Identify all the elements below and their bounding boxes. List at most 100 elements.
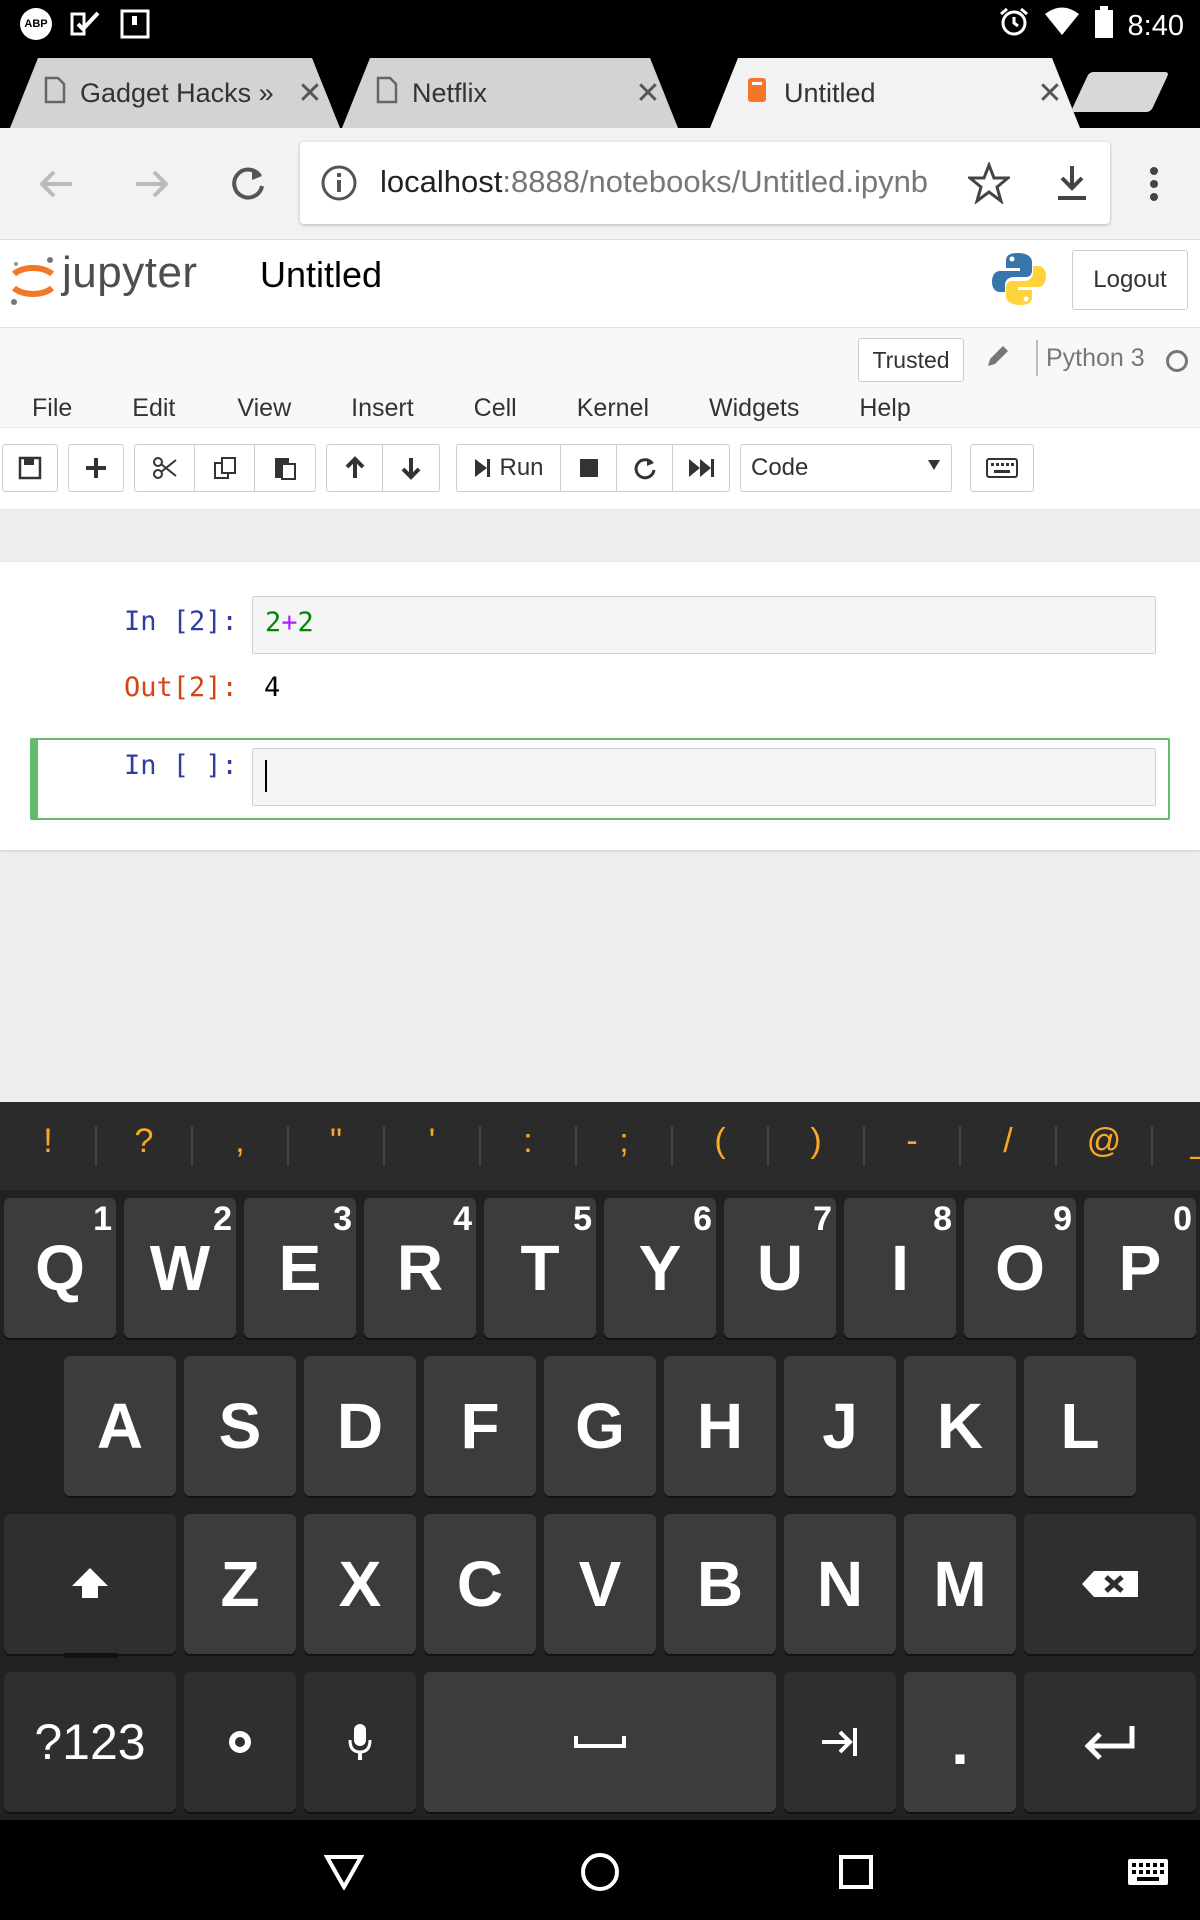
insert-cell-plus-icon[interactable] [69, 445, 123, 491]
suggestion-item[interactable]: " [288, 1122, 384, 1161]
code-cell-input-empty[interactable] [252, 748, 1156, 806]
key-r[interactable]: R4 [364, 1198, 476, 1338]
suggestion-item[interactable]: ) [768, 1122, 864, 1161]
backspace-key[interactable] [1024, 1514, 1196, 1654]
keyboard-switch-icon[interactable] [1120, 1844, 1176, 1900]
menu-cell[interactable]: Cell [474, 394, 517, 423]
menu-edit[interactable]: Edit [132, 394, 175, 423]
key-x[interactable]: X [304, 1514, 416, 1654]
settings-key[interactable] [184, 1672, 296, 1812]
logout-button[interactable]: Logout [1072, 250, 1188, 310]
pencil-icon[interactable] [984, 342, 1012, 375]
tab-key[interactable] [784, 1672, 896, 1812]
key-b[interactable]: B [664, 1514, 776, 1654]
restart-icon[interactable] [617, 445, 673, 491]
back-arrow-icon[interactable] [28, 156, 84, 212]
key-i[interactable]: I8 [844, 1198, 956, 1338]
forward-arrow-icon[interactable] [124, 156, 180, 212]
interrupt-stop-icon[interactable] [561, 445, 617, 491]
key-n[interactable]: N [784, 1514, 896, 1654]
recents-square-icon[interactable] [828, 1844, 884, 1900]
key-j[interactable]: J [784, 1356, 896, 1496]
suggestion-item[interactable]: _ [1152, 1122, 1200, 1161]
move-down-arrow-icon[interactable] [383, 445, 439, 491]
browser-tab-strip: Gadget Hacks » ✕ Netflix ✕ Untitled ✕ [0, 48, 1200, 128]
key-h[interactable]: H [664, 1356, 776, 1496]
key-k[interactable]: K [904, 1356, 1016, 1496]
tab-untitled[interactable]: Untitled ✕ [710, 58, 1080, 128]
close-icon[interactable]: ✕ [1030, 76, 1070, 111]
suggestion-item[interactable]: ! [0, 1122, 96, 1161]
space-key[interactable] [424, 1672, 776, 1812]
key-u[interactable]: U7 [724, 1198, 836, 1338]
key-a[interactable]: A [64, 1356, 176, 1496]
download-icon[interactable] [1044, 156, 1100, 212]
cut-scissors-icon[interactable] [135, 445, 195, 491]
fast-forward-icon[interactable] [673, 445, 729, 491]
page-icon [376, 76, 398, 111]
backspace-icon [1082, 1571, 1138, 1597]
url-text[interactable]: localhost:8888/notebooks/Untitled.ipynb [380, 164, 960, 200]
key-g[interactable]: G [544, 1356, 656, 1496]
key-t[interactable]: T5 [484, 1198, 596, 1338]
voice-input-key[interactable] [304, 1672, 416, 1812]
key-c[interactable]: C [424, 1514, 536, 1654]
suggestion-item[interactable]: ? [96, 1122, 192, 1161]
key-m[interactable]: M [904, 1514, 1016, 1654]
key-e[interactable]: E3 [244, 1198, 356, 1338]
close-icon[interactable]: ✕ [290, 76, 330, 111]
cell-type-select[interactable]: Code [740, 444, 952, 492]
suggestion-item[interactable]: ' [384, 1122, 480, 1161]
suggestion-divider [863, 1126, 865, 1166]
info-icon[interactable] [320, 164, 358, 207]
address-bar[interactable]: localhost:8888/notebooks/Untitled.ipynb [300, 142, 1110, 224]
command-palette-keyboard-icon[interactable] [970, 444, 1034, 492]
run-button[interactable]: Run [457, 445, 561, 491]
copy-icon[interactable] [195, 445, 255, 491]
notebook-title[interactable]: Untitled [260, 254, 382, 296]
close-icon[interactable]: ✕ [628, 76, 668, 111]
symbols-key[interactable]: ?123 [4, 1672, 176, 1812]
move-up-arrow-icon[interactable] [327, 445, 383, 491]
key-v[interactable]: V [544, 1514, 656, 1654]
code-cell-input[interactable]: 2+2 [252, 596, 1156, 654]
shift-key[interactable] [4, 1514, 176, 1658]
tab-gadget-hacks[interactable]: Gadget Hacks » ✕ [10, 58, 340, 128]
back-triangle-icon[interactable] [316, 1844, 372, 1900]
menu-file[interactable]: File [32, 394, 72, 423]
period-key[interactable]: . [904, 1672, 1016, 1812]
menu-kernel[interactable]: Kernel [577, 394, 649, 423]
overflow-menu-icon[interactable] [1126, 156, 1182, 212]
paste-icon[interactable] [255, 445, 315, 491]
suggestion-item[interactable]: / [960, 1122, 1056, 1161]
menu-insert[interactable]: Insert [351, 394, 414, 423]
key-z[interactable]: Z [184, 1514, 296, 1654]
home-circle-icon[interactable] [572, 1844, 628, 1900]
suggestion-item[interactable]: ( [672, 1122, 768, 1161]
key-f[interactable]: F [424, 1356, 536, 1496]
key-p[interactable]: P0 [1084, 1198, 1196, 1338]
save-icon[interactable] [3, 445, 57, 491]
enter-key[interactable] [1024, 1672, 1196, 1812]
new-tab-button[interactable] [1070, 72, 1170, 112]
reload-icon[interactable] [220, 156, 276, 212]
suggestion-item[interactable]: @ [1056, 1122, 1152, 1161]
url-path: :8888/notebooks/Untitled.ipynb [502, 164, 929, 199]
trusted-badge[interactable]: Trusted [858, 338, 964, 382]
key-w[interactable]: W2 [124, 1198, 236, 1338]
suggestion-item[interactable]: , [192, 1122, 288, 1161]
menu-view[interactable]: View [237, 394, 291, 423]
tab-netflix[interactable]: Netflix ✕ [342, 58, 678, 128]
menu-help[interactable]: Help [859, 394, 910, 423]
suggestion-item[interactable]: ; [576, 1122, 672, 1161]
key-y[interactable]: Y6 [604, 1198, 716, 1338]
key-d[interactable]: D [304, 1356, 416, 1496]
key-o[interactable]: O9 [964, 1198, 1076, 1338]
key-l[interactable]: L [1024, 1356, 1136, 1496]
suggestion-item[interactable]: - [864, 1122, 960, 1161]
suggestion-item[interactable]: : [480, 1122, 576, 1161]
key-s[interactable]: S [184, 1356, 296, 1496]
star-icon[interactable] [965, 160, 1013, 209]
menu-widgets[interactable]: Widgets [709, 394, 799, 423]
key-q[interactable]: Q1 [4, 1198, 116, 1338]
